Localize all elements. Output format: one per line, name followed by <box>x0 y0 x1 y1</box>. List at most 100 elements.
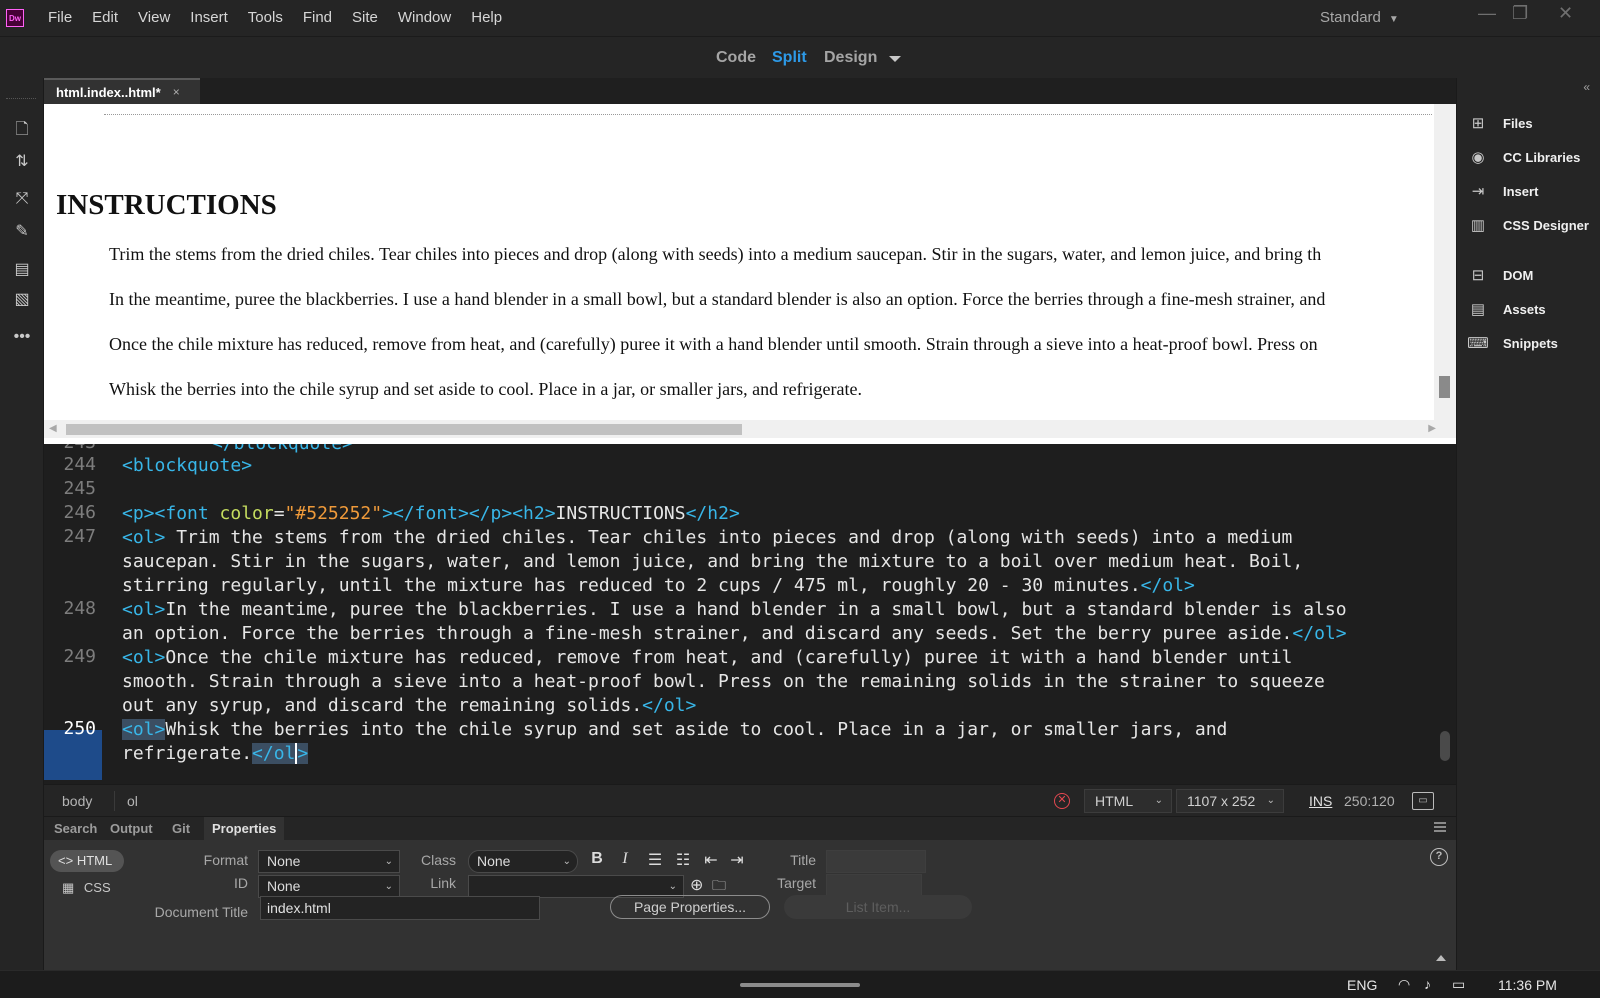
taskbar-handle[interactable] <box>740 983 860 987</box>
remove-comment-icon[interactable]: ▧ <box>9 286 35 312</box>
expand-panel-icon[interactable] <box>1436 955 1446 961</box>
code-view-button[interactable]: Code <box>716 37 756 79</box>
clock[interactable]: 11:36 PM <box>1498 971 1557 998</box>
code-token: </ol> <box>642 695 697 716</box>
close-tab-icon[interactable]: × <box>173 85 180 99</box>
input-language[interactable]: ENG <box>1347 971 1377 998</box>
tab-git[interactable]: Git <box>164 817 198 841</box>
design-paragraph[interactable]: In the meantime, puree the blackberries.… <box>109 289 1325 310</box>
volume-icon[interactable]: ♪ <box>1424 976 1431 992</box>
breadcrumb-ol[interactable]: ol <box>127 785 138 817</box>
menu-find[interactable]: Find <box>293 0 342 36</box>
scroll-left-icon[interactable]: ◀ <box>49 423 57 434</box>
design-view[interactable]: INSTRUCTIONS Trim the stems from the dri… <box>44 104 1456 444</box>
menu-tools[interactable]: Tools <box>238 0 293 36</box>
css-properties-button[interactable]: ▦ CSS <box>62 877 111 899</box>
document-tab-bar: html.index..html* × <box>44 78 1456 104</box>
panel-assets[interactable]: ▤ Assets <box>1467 294 1597 324</box>
target-select[interactable] <box>826 874 922 897</box>
design-paragraph[interactable]: Trim the stems from the dried chiles. Te… <box>109 244 1321 265</box>
code-line: <ol> Trim the stems from the dried chile… <box>122 526 1292 550</box>
scrollbar-thumb[interactable] <box>1439 376 1450 398</box>
breadcrumb-body[interactable]: body <box>62 785 92 817</box>
menu-file[interactable]: File <box>38 0 82 36</box>
panel-css-designer[interactable]: ▥ CSS Designer <box>1467 210 1597 240</box>
scrollbar-thumb[interactable] <box>66 424 742 435</box>
format-select[interactable]: None ⌄ <box>258 850 400 873</box>
live-preview-icon[interactable]: ▭ <box>1412 792 1434 810</box>
assets-icon: ▤ <box>1470 301 1486 318</box>
design-paragraph[interactable]: Once the chile mixture has reduced, remo… <box>109 334 1318 355</box>
document-tab[interactable]: html.index..html* × <box>44 78 200 104</box>
menu-window[interactable]: Window <box>388 0 461 36</box>
class-select[interactable]: None ⌄ <box>468 850 578 873</box>
instructions-heading[interactable]: INSTRUCTIONS <box>56 189 277 222</box>
more-tools-icon[interactable]: ••• <box>9 324 35 350</box>
battery-icon[interactable]: ▭ <box>1452 976 1465 993</box>
code-token: color <box>219 503 274 524</box>
code-token: <h2> <box>512 503 556 524</box>
code-token: <p> <box>122 503 155 524</box>
error-icon[interactable]: ✕ <box>1054 793 1070 809</box>
open-documents-icon[interactable]: 🗋 <box>9 118 35 144</box>
panel-insert[interactable]: ⇥ Insert <box>1467 176 1597 206</box>
list-item-button[interactable]: List Item... <box>784 895 972 919</box>
cursor-position: 250:120 <box>1344 793 1395 809</box>
panel-cc-libraries[interactable]: ◉ CC Libraries <box>1467 142 1597 172</box>
design-horizontal-scrollbar[interactable]: ◀ ▶ <box>44 420 1456 438</box>
tab-output[interactable]: Output <box>102 817 161 841</box>
html-properties-button[interactable]: <> HTML <box>50 850 124 872</box>
menu-help[interactable]: Help <box>461 0 512 36</box>
panel-files[interactable]: ⊞ Files <box>1467 108 1597 138</box>
menu-edit[interactable]: Edit <box>82 0 128 36</box>
title-input[interactable] <box>826 850 926 873</box>
id-select[interactable]: None ⌄ <box>258 875 400 898</box>
point-to-file-icon[interactable]: ⊕ <box>690 875 703 895</box>
workspace-switcher[interactable]: Standard ▼ <box>1320 0 1399 38</box>
document-type-select[interactable]: HTML ⌄ <box>1084 789 1172 813</box>
line-number: 248 <box>63 598 96 619</box>
split-view-button[interactable]: Split <box>772 37 807 79</box>
line-number: 247 <box>63 526 96 547</box>
code-token: <ol> <box>122 599 166 620</box>
tab-search[interactable]: Search <box>46 817 105 841</box>
snippets-icon: ⌨ <box>1467 335 1489 352</box>
expand-collapse-icon[interactable]: ⤧ <box>9 186 35 212</box>
view-switcher-bar: Code Split Design <box>0 36 1600 78</box>
design-view-button[interactable]: Design <box>824 37 877 79</box>
insert-mode-toggle[interactable]: INS <box>1309 785 1332 817</box>
italic-icon[interactable]: I <box>614 850 636 868</box>
menu-insert[interactable]: Insert <box>180 0 238 36</box>
tab-properties[interactable]: Properties <box>204 817 285 841</box>
unordered-list-icon[interactable]: ☰ <box>644 850 666 870</box>
panel-menu-icon[interactable] <box>1434 822 1446 832</box>
code-line-current: <ol>Whisk the berries into the chile syr… <box>122 718 1227 742</box>
code-scrollbar-thumb[interactable] <box>1440 731 1450 761</box>
ordered-list-icon[interactable]: ☷ <box>672 850 694 870</box>
format-source-icon[interactable]: ✎ <box>9 218 35 244</box>
view-options-dropdown-icon[interactable] <box>889 56 901 62</box>
page-properties-button[interactable]: Page Properties... <box>610 895 770 919</box>
apply-comment-icon[interactable]: ▤ <box>9 256 35 282</box>
collapse-panel-icon[interactable]: « <box>1583 80 1590 94</box>
file-management-icon[interactable]: ⇅ <box>9 148 35 174</box>
code-view[interactable]: 243 244 245 246 247 248 249 250 </blockq… <box>44 444 1456 780</box>
help-icon[interactable]: ? <box>1430 848 1448 866</box>
restore-icon[interactable]: ❐ <box>1512 2 1528 24</box>
scroll-right-icon[interactable]: ▶ <box>1428 423 1436 434</box>
menu-site[interactable]: Site <box>342 0 388 36</box>
window-size-select[interactable]: 1107 x 252 ⌄ <box>1176 789 1284 813</box>
design-paragraph[interactable]: Whisk the berries into the chile syrup a… <box>109 379 862 400</box>
document-title-input[interactable]: index.html <box>260 896 540 920</box>
outdent-icon[interactable]: ⇤ <box>700 850 722 870</box>
close-icon[interactable]: ✕ <box>1558 2 1573 24</box>
panel-snippets[interactable]: ⌨ Snippets <box>1467 328 1597 358</box>
menu-view[interactable]: View <box>128 0 180 36</box>
design-vertical-scrollbar[interactable] <box>1434 104 1456 420</box>
minimize-icon[interactable]: — <box>1478 2 1496 24</box>
code-line: smooth. Strain through a sieve into a he… <box>122 670 1325 694</box>
panel-dom[interactable]: ⊟ DOM <box>1467 260 1597 290</box>
panel-label: DOM <box>1503 267 1534 283</box>
wifi-icon[interactable]: ◠ <box>1398 976 1410 993</box>
bold-icon[interactable]: B <box>586 850 608 868</box>
